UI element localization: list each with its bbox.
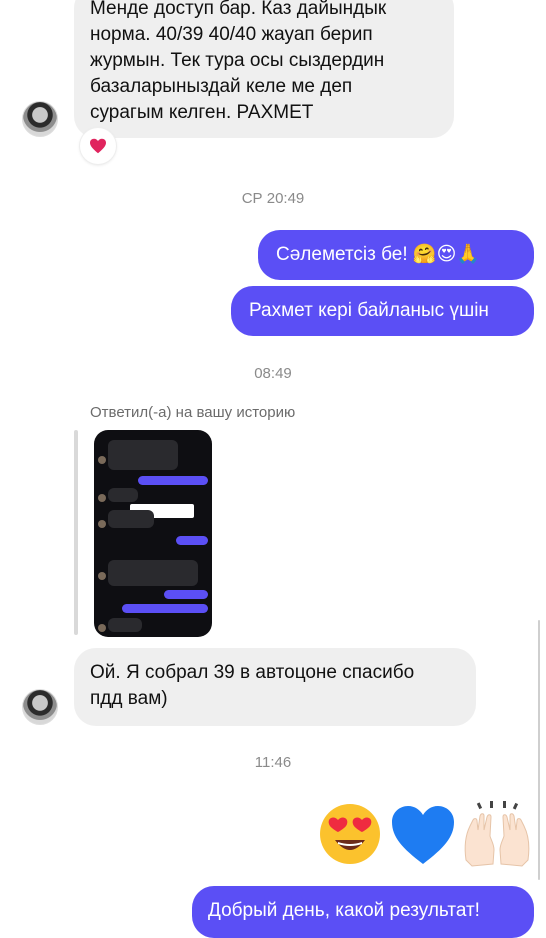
timestamp-1: СР 20:49 bbox=[241, 190, 305, 207]
outgoing-message-1-text: Сәлеметсіз бе! 🤗😍🙏 bbox=[276, 244, 481, 265]
outgoing-message-3-text: Добрый день, какой результат! bbox=[208, 900, 480, 921]
message-line-5: сурагым келген. РАХМЕТ bbox=[90, 102, 314, 123]
outgoing-message-1[interactable]: Сәлеметсіз бе! 🤗😍🙏 bbox=[258, 230, 534, 280]
sender-avatar-2[interactable] bbox=[22, 689, 58, 725]
message-line-2: норма. 40/39 40/40 жауап берип bbox=[90, 24, 373, 45]
blue-heart-emoji-icon[interactable] bbox=[390, 804, 456, 866]
heart-eyes-emoji-icon[interactable] bbox=[318, 802, 382, 866]
story-thumbnail[interactable] bbox=[94, 430, 212, 637]
incoming-message-1[interactable]: Менде доступ бар. Каз дайындык норма. 40… bbox=[74, 0, 454, 138]
incoming-message-2[interactable]: Ой. Я собрал 39 в автоцоне спасибо пдд в… bbox=[74, 648, 476, 726]
outgoing-message-3[interactable]: Добрый день, какой результат! bbox=[192, 886, 534, 938]
outgoing-message-2-text: Рахмет кері байланыс үшін bbox=[249, 300, 489, 321]
message-line-4: базаларыныздай келе ме деп bbox=[90, 76, 353, 97]
message-line-3: журмын. Тек тура осы сыздердин bbox=[90, 50, 385, 71]
timestamp-3: 11:46 bbox=[254, 754, 292, 771]
timestamp-2: 08:49 bbox=[254, 365, 292, 382]
outgoing-message-2[interactable]: Рахмет кері байланыс үшін bbox=[231, 286, 534, 336]
reply-line-2: пдд вам) bbox=[90, 688, 168, 709]
heart-reaction-icon[interactable] bbox=[80, 128, 116, 164]
scrollbar[interactable] bbox=[538, 620, 540, 880]
raising-hands-emoji-icon[interactable] bbox=[460, 800, 534, 868]
sender-avatar-1[interactable] bbox=[22, 101, 58, 137]
reply-line-1: Ой. Я собрал 39 в автоцоне спасибо bbox=[90, 662, 415, 683]
message-line-1: Менде доступ бар. Каз дайындык bbox=[90, 0, 387, 19]
story-reply-caption: Ответил(-а) на вашу историю bbox=[90, 404, 296, 421]
story-quote-bar bbox=[74, 430, 78, 635]
